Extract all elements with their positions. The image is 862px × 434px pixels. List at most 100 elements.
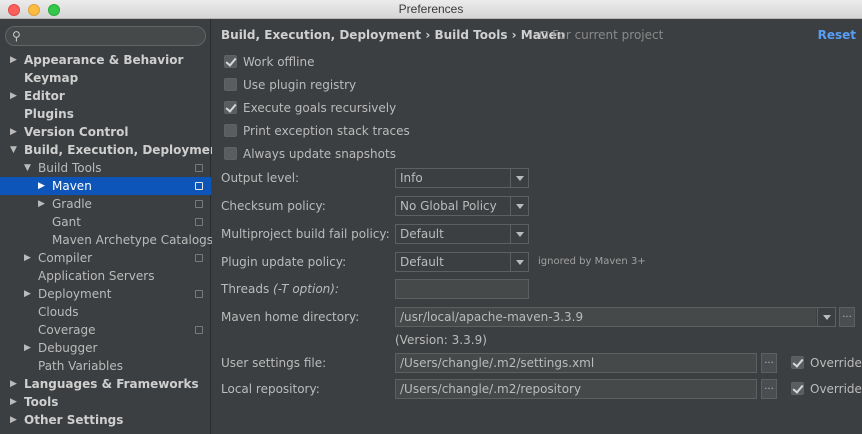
scope-note: For current project bbox=[540, 28, 663, 42]
tree-item-maven-archetype[interactable]: Maven Archetype Catalogs bbox=[0, 231, 213, 249]
project-scope-icon bbox=[195, 200, 203, 208]
checkbox-label: Override bbox=[810, 356, 862, 370]
maven-home-combo[interactable]: /usr/local/apache-maven-3.3.9 bbox=[395, 307, 836, 327]
tree-item-debugger[interactable]: ▶ Debugger bbox=[0, 339, 211, 357]
tree-item-maven[interactable]: ▶ Maven bbox=[0, 177, 211, 195]
tree-item-label: Maven bbox=[52, 179, 92, 193]
tree-item-other-settings[interactable]: ▶ Other Settings bbox=[0, 411, 211, 429]
local-repository-label: Local repository: bbox=[221, 382, 320, 396]
tree-item-label: Path Variables bbox=[38, 359, 124, 373]
maven-settings-panel: Build, Execution, Deployment › Build Too… bbox=[212, 19, 862, 434]
project-scope-icon bbox=[195, 218, 203, 226]
collapse-arrow-icon[interactable]: ▼ bbox=[24, 159, 34, 177]
expand-arrow-icon[interactable]: ▶ bbox=[10, 123, 20, 141]
expand-arrow-icon[interactable]: ▶ bbox=[24, 339, 34, 357]
project-scope-icon bbox=[195, 326, 203, 334]
collapse-arrow-icon[interactable]: ▼ bbox=[10, 141, 20, 159]
tree-item-tools[interactable]: ▶ Tools bbox=[0, 393, 211, 411]
tree-item-coverage[interactable]: Coverage bbox=[0, 321, 211, 339]
user-settings-browse-button[interactable]: ... bbox=[761, 353, 777, 373]
tree-item-appearance[interactable]: ▶ Appearance & Behavior bbox=[0, 51, 211, 69]
threads-input[interactable] bbox=[395, 279, 529, 299]
tree-item-clouds[interactable]: Clouds bbox=[0, 303, 211, 321]
chevron-down-icon[interactable] bbox=[510, 225, 528, 243]
local-repository-browse-button[interactable]: ... bbox=[761, 379, 777, 399]
select-value: Default bbox=[400, 255, 444, 269]
maven-home-browse-button[interactable]: ... bbox=[839, 307, 855, 327]
output-level-select[interactable]: Info bbox=[395, 168, 529, 188]
expand-arrow-icon[interactable]: ▶ bbox=[10, 393, 20, 411]
plugin-update-hint: ignored by Maven 3+ bbox=[538, 256, 646, 267]
tree-item-compiler[interactable]: ▶ Compiler bbox=[0, 249, 211, 267]
tree-item-editor[interactable]: ▶ Editor bbox=[0, 87, 211, 105]
tree-item-app-servers[interactable]: Application Servers bbox=[0, 267, 211, 285]
expand-arrow-icon[interactable]: ▶ bbox=[10, 375, 20, 393]
tree-item-gant[interactable]: Gant bbox=[0, 213, 211, 231]
project-scope-icon bbox=[540, 31, 548, 39]
tree-item-label: Debugger bbox=[38, 341, 98, 355]
tree-item-label: Editor bbox=[24, 89, 65, 103]
tree-item-label: Clouds bbox=[38, 305, 79, 319]
user-settings-label: User settings file: bbox=[221, 356, 327, 370]
project-scope-icon bbox=[195, 290, 203, 298]
checkbox-box[interactable] bbox=[224, 101, 237, 114]
title-bar: Preferences bbox=[0, 0, 862, 19]
expand-arrow-icon[interactable]: ▶ bbox=[38, 177, 48, 195]
expand-arrow-icon[interactable]: ▶ bbox=[10, 411, 20, 429]
expand-arrow-icon[interactable]: ▶ bbox=[24, 285, 34, 303]
tree-item-keymap[interactable]: Keymap bbox=[0, 69, 211, 87]
chevron-down-icon[interactable] bbox=[510, 197, 528, 215]
checkbox-box[interactable] bbox=[224, 147, 237, 160]
checksum-policy-select[interactable]: No Global Policy bbox=[395, 196, 529, 216]
checkbox-box[interactable] bbox=[224, 124, 237, 137]
expand-arrow-icon[interactable]: ▶ bbox=[38, 195, 48, 213]
threads-option-hint: (-T option): bbox=[273, 282, 339, 296]
checkbox-label: Execute goals recursively bbox=[243, 101, 397, 115]
expand-arrow-icon[interactable]: ▶ bbox=[24, 249, 34, 267]
tree-item-label: Version Control bbox=[24, 125, 129, 139]
threads-label: Threads (-T option): bbox=[221, 279, 339, 299]
tree-item-label: Plugins bbox=[24, 107, 74, 121]
maven-home-label: Maven home directory: bbox=[221, 310, 360, 324]
tree-item-languages[interactable]: ▶ Languages & Frameworks bbox=[0, 375, 211, 393]
user-settings-input[interactable]: /Users/changle/.m2/settings.xml bbox=[395, 353, 757, 373]
settings-search-input[interactable]: ⚲ bbox=[5, 26, 206, 46]
chevron-down-icon[interactable] bbox=[510, 169, 528, 187]
tree-item-build[interactable]: ▼ Build, Execution, Deployment bbox=[0, 141, 224, 159]
tree-item-gradle[interactable]: ▶ Gradle bbox=[0, 195, 211, 213]
tree-item-label: Tools bbox=[24, 395, 59, 409]
checkbox-box[interactable] bbox=[224, 55, 237, 68]
checkbox-box[interactable] bbox=[224, 78, 237, 91]
tree-item-deployment[interactable]: ▶ Deployment bbox=[0, 285, 211, 303]
plugin-update-label: Plugin update policy: bbox=[221, 255, 347, 269]
tree-item-label: Build, Execution, Deployment bbox=[24, 143, 225, 157]
tree-item-version-control[interactable]: ▶ Version Control bbox=[0, 123, 211, 141]
project-scope-icon bbox=[195, 182, 203, 190]
checkbox-box[interactable] bbox=[791, 356, 804, 369]
select-value: Info bbox=[400, 171, 423, 185]
plugin-update-select[interactable]: Default bbox=[395, 252, 529, 272]
select-value: Default bbox=[400, 227, 444, 241]
reset-link[interactable]: Reset bbox=[818, 28, 856, 42]
fail-policy-select[interactable]: Default bbox=[395, 224, 529, 244]
tree-item-label: Compiler bbox=[38, 251, 93, 265]
tree-item-label: Coverage bbox=[38, 323, 96, 337]
local-repository-input[interactable]: /Users/changle/.m2/repository bbox=[395, 379, 757, 399]
chevron-down-icon[interactable] bbox=[510, 253, 528, 271]
tree-item-label: Build Tools bbox=[38, 161, 102, 175]
chevron-down-icon[interactable] bbox=[817, 308, 835, 326]
tree-item-plugins[interactable]: Plugins bbox=[0, 105, 211, 123]
tree-item-label: Languages & Frameworks bbox=[24, 377, 199, 391]
maven-home-dropdown[interactable] bbox=[816, 307, 836, 327]
tree-item-build-tools[interactable]: ▼ Build Tools bbox=[0, 159, 211, 177]
tree-item-label: Other Settings bbox=[24, 413, 124, 427]
expand-arrow-icon[interactable]: ▶ bbox=[10, 51, 20, 69]
tree-item-label: Gradle bbox=[52, 197, 92, 211]
checkbox-label: Override bbox=[810, 382, 862, 396]
tree-item-label: Application Servers bbox=[38, 269, 155, 283]
expand-arrow-icon[interactable]: ▶ bbox=[10, 87, 20, 105]
select-value: No Global Policy bbox=[400, 199, 497, 213]
checkbox-box[interactable] bbox=[791, 382, 804, 395]
tree-item-label: Keymap bbox=[24, 71, 79, 85]
tree-item-path-variables[interactable]: Path Variables bbox=[0, 357, 211, 375]
